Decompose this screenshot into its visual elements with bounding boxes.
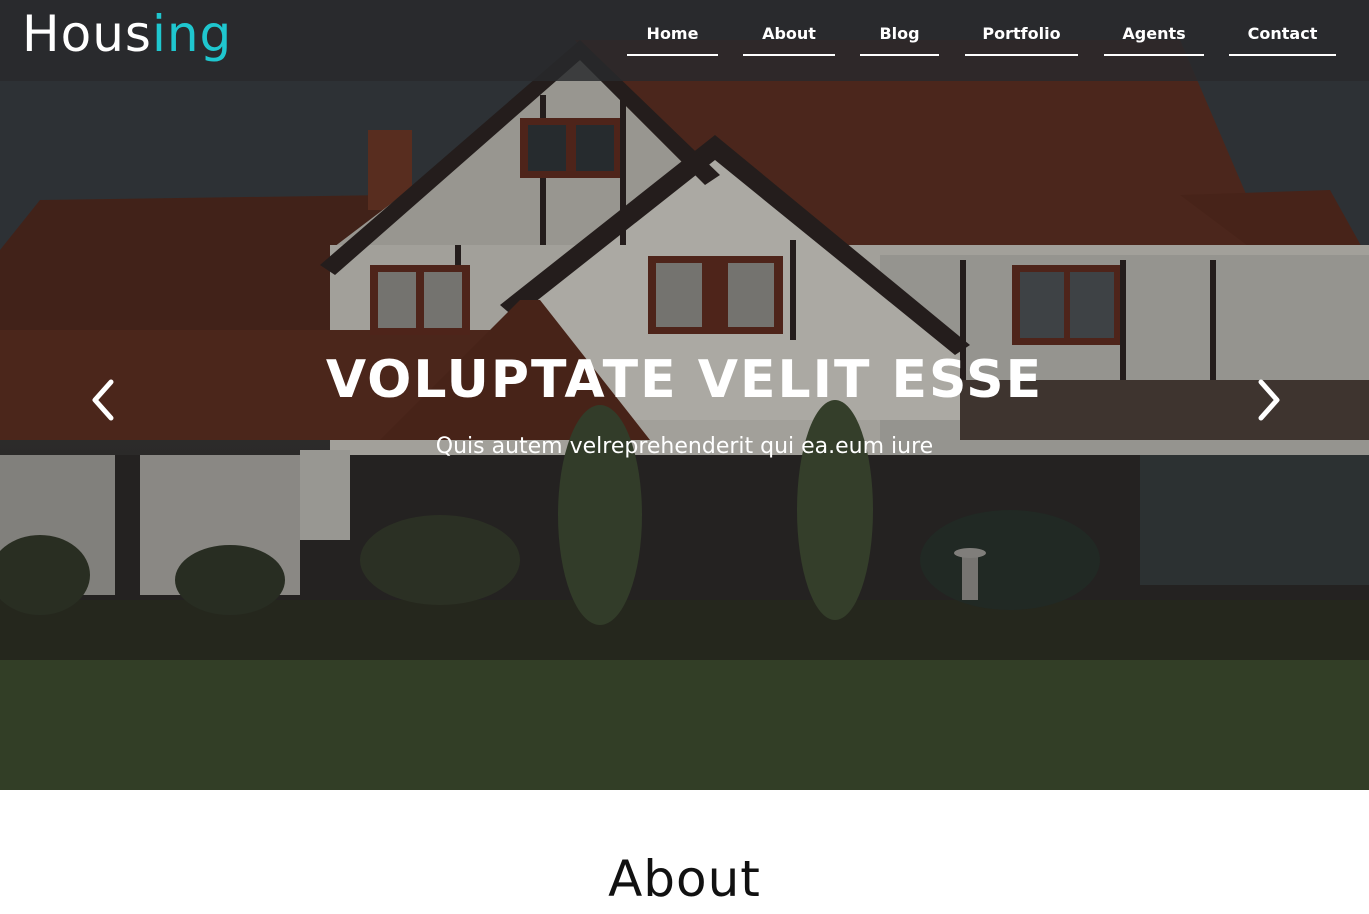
chevron-right-icon (1258, 379, 1280, 421)
chevron-left-icon (92, 379, 114, 421)
slide-subtitle: Quis autem velreprehenderit qui ea.eum i… (435, 434, 934, 459)
site-header: Housing Home About Blog Portfolio Agents… (0, 0, 1369, 81)
slide-title: VOLUPTATE VELIT ESSE (325, 350, 1044, 410)
nav-blog[interactable]: Blog (860, 16, 939, 56)
nav-blog-label: Blog (879, 23, 920, 43)
carousel-next-button[interactable] (1248, 378, 1292, 422)
nav-about[interactable]: About (743, 16, 835, 56)
main-nav: Home About Blog Portfolio Agents Contact (0, 0, 1369, 81)
nav-contact[interactable]: Contact (1229, 16, 1336, 56)
nav-about-label: About (762, 23, 816, 43)
nav-home-label: Home (646, 23, 699, 43)
nav-agents-label: Agents (1122, 23, 1186, 43)
carousel-prev-button[interactable] (80, 378, 124, 422)
nav-contact-label: Contact (1247, 23, 1318, 43)
hero-slider: VOLUPTATE VELIT ESSE Quis autem velrepre… (0, 0, 1369, 790)
about-section-title: About (608, 850, 761, 908)
nav-agents[interactable]: Agents (1104, 16, 1204, 56)
nav-portfolio[interactable]: Portfolio (965, 16, 1078, 56)
nav-portfolio-label: Portfolio (982, 23, 1061, 43)
nav-home[interactable]: Home (627, 16, 718, 56)
